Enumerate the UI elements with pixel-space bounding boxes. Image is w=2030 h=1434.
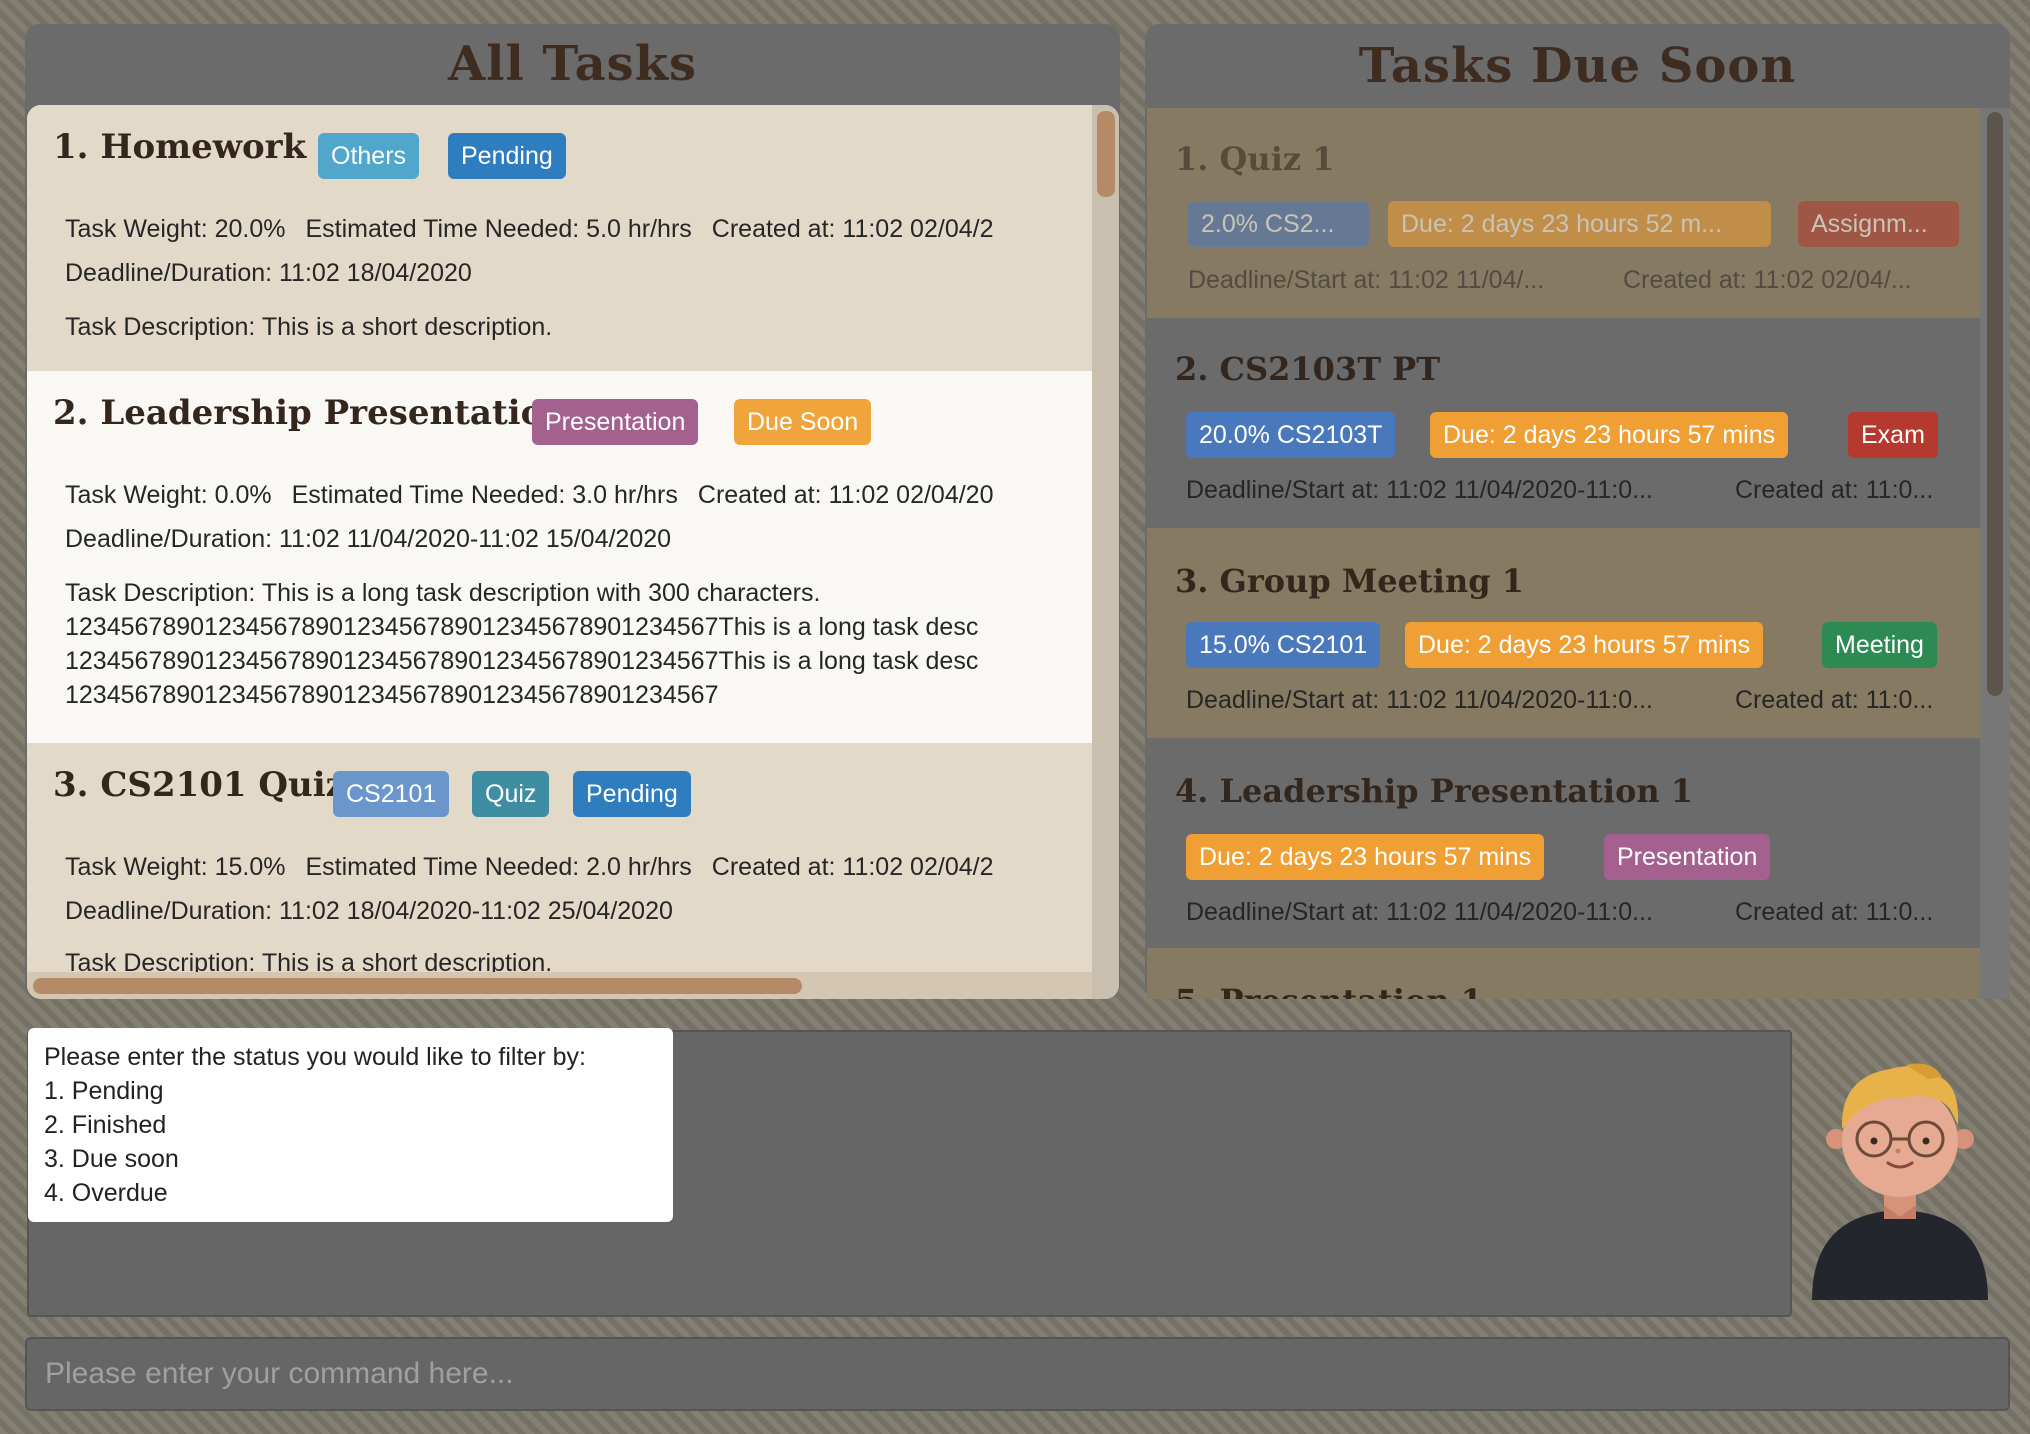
- tag-module: 15.0% CS2101: [1186, 622, 1381, 668]
- tag-presentation: Presentation: [532, 399, 699, 445]
- tag-quiz: Quiz: [472, 771, 550, 817]
- due-soon-task-title: 3. Group Meeting 1: [1175, 562, 1524, 600]
- due-soon-card[interactable]: 3. Group Meeting 1 15.0% CS2101 Due: 2 d…: [1147, 528, 2010, 738]
- tag-module: 2.0% CS2...: [1188, 201, 1369, 247]
- all-tasks-title: All Tasks: [448, 36, 697, 92]
- task-time-needed: Estimated Time Needed: 2.0 hr/hrs: [305, 853, 692, 881]
- task-card[interactable]: 3. CS2101 Quiz 1 CS2101 Quiz Pending Tas…: [27, 743, 1119, 999]
- vertical-scrollbar-thumb[interactable]: [1097, 111, 1115, 197]
- result-line: 2. Finished: [44, 1111, 167, 1139]
- avatar-illustration: [1812, 1063, 1988, 1300]
- task-created: Created at: 11:02 02/04/2: [711, 853, 994, 881]
- due-soon-card[interactable]: 2. CS2103T PT 20.0% CS2103T Due: 2 days …: [1147, 318, 2010, 528]
- due-soon-deadline: Deadline/Start at: 11:02 11/04/...: [1188, 266, 1545, 294]
- result-line: 4. Overdue: [44, 1179, 168, 1207]
- task-description-cont: 1234567890123456789012345678901234567890…: [65, 681, 719, 709]
- due-soon-created: Created at: 11:0...: [1735, 898, 1934, 926]
- due-soon-deadline: Deadline/Start at: 11:02 11/04/2020-11:0…: [1186, 686, 1653, 714]
- task-deadline: Deadline/Duration: 11:02 18/04/2020: [65, 259, 472, 287]
- due-soon-card[interactable]: 5. Presentation 1: [1147, 948, 2010, 999]
- tag-module: 20.0% CS2103T: [1186, 412, 1396, 458]
- task-deadline: Deadline/Duration: 11:02 11/04/2020-11:0…: [65, 525, 672, 553]
- result-message: Please enter the status you would like t…: [28, 1028, 673, 1222]
- due-soon-created: Created at: 11:02 02/04/...: [1623, 266, 1912, 294]
- task-description: Task Description: This is a long task de…: [65, 579, 821, 607]
- tag-due-time: Due: 2 days 23 hours 57 mins: [1405, 622, 1764, 668]
- tag-pending: Pending: [573, 771, 691, 817]
- tag-cs2101: CS2101: [333, 771, 450, 817]
- task-card[interactable]: 1. Homework 1 Others Pending Task Weight…: [27, 105, 1119, 370]
- due-soon-deadline: Deadline/Start at: 11:02 11/04/2020-11:0…: [1186, 898, 1653, 926]
- due-soon-title: Tasks Due Soon: [1358, 38, 1797, 94]
- due-soon-list[interactable]: 1. Quiz 1 2.0% CS2... Due: 2 days 23 hou…: [1147, 108, 2010, 999]
- due-soon-task-title: 5. Presentation 1: [1175, 982, 1483, 999]
- task-weight: Task Weight: 20.0%: [65, 215, 286, 243]
- task-deadline: Deadline/Duration: 11:02 18/04/2020-11:0…: [65, 897, 673, 925]
- task-title: 3. CS2101 Quiz 1: [53, 765, 381, 805]
- task-created: Created at: 11:02 02/04/20: [697, 481, 994, 509]
- tag-due-time: Due: 2 days 23 hours 52 m...: [1388, 201, 1771, 247]
- due-soon-deadline: Deadline/Start at: 11:02 11/04/2020-11:0…: [1186, 476, 1653, 504]
- due-soon-scrollbar-thumb[interactable]: [1987, 112, 2003, 696]
- task-weight: Task Weight: 0.0%: [65, 481, 272, 509]
- due-soon-created: Created at: 11:0...: [1735, 686, 1934, 714]
- task-description: Task Description: This is a short descri…: [65, 313, 553, 341]
- due-soon-task-title: 4. Leadership Presentation 1: [1175, 772, 1694, 810]
- tag-due-soon: Due Soon: [734, 399, 872, 445]
- tag-assignment: Assignm...: [1798, 201, 1959, 247]
- task-description-cont: 1234567890123456789012345678901234567890…: [65, 613, 979, 641]
- task-time-needed: Estimated Time Needed: 5.0 hr/hrs: [305, 215, 692, 243]
- tag-due-time: Due: 2 days 23 hours 57 mins: [1430, 412, 1789, 458]
- task-meta-line: Task Weight: 0.0% Estimated Time Needed: …: [65, 481, 993, 510]
- tag-presentation: Presentation: [1604, 834, 1771, 880]
- command-input[interactable]: [25, 1337, 2010, 1411]
- task-title: 2. Leadership Presentation 1: [53, 393, 604, 433]
- task-created: Created at: 11:02 02/04/2: [711, 215, 994, 243]
- tag-due-time: Due: 2 days 23 hours 57 mins: [1186, 834, 1545, 880]
- vertical-scroll-track[interactable]: [1092, 105, 1119, 999]
- all-tasks-list[interactable]: 1. Homework 1 Others Pending Task Weight…: [27, 105, 1119, 999]
- task-time-needed: Estimated Time Needed: 3.0 hr/hrs: [291, 481, 678, 509]
- task-description-cont: 1234567890123456789012345678901234567890…: [65, 647, 979, 675]
- tag-meeting: Meeting: [1822, 622, 1937, 668]
- result-line: 3. Due soon: [44, 1145, 179, 1173]
- task-card[interactable]: 2. Leadership Presentation 1 Presentatio…: [27, 371, 1119, 743]
- due-soon-task-title: 2. CS2103T PT: [1175, 350, 1441, 388]
- task-meta-line: Task Weight: 20.0% Estimated Time Needed:…: [65, 215, 993, 244]
- tag-others: Others: [318, 133, 420, 179]
- tag-exam: Exam: [1848, 412, 1938, 458]
- task-weight: Task Weight: 15.0%: [65, 853, 286, 881]
- due-soon-card[interactable]: 1. Quiz 1 2.0% CS2... Due: 2 days 23 hou…: [1147, 108, 2010, 318]
- result-line: 1. Pending: [44, 1077, 164, 1105]
- due-soon-created: Created at: 11:0...: [1735, 476, 1934, 504]
- task-meta-line: Task Weight: 15.0% Estimated Time Needed:…: [65, 853, 993, 882]
- horizontal-scrollbar-thumb[interactable]: [33, 978, 802, 994]
- result-line: Please enter the status you would like t…: [44, 1043, 586, 1071]
- tag-pending: Pending: [448, 133, 566, 179]
- task-title: 1. Homework 1: [53, 127, 342, 167]
- due-soon-task-title: 1. Quiz 1: [1175, 140, 1335, 178]
- due-soon-card[interactable]: 4. Leadership Presentation 1 Due: 2 days…: [1147, 738, 2010, 948]
